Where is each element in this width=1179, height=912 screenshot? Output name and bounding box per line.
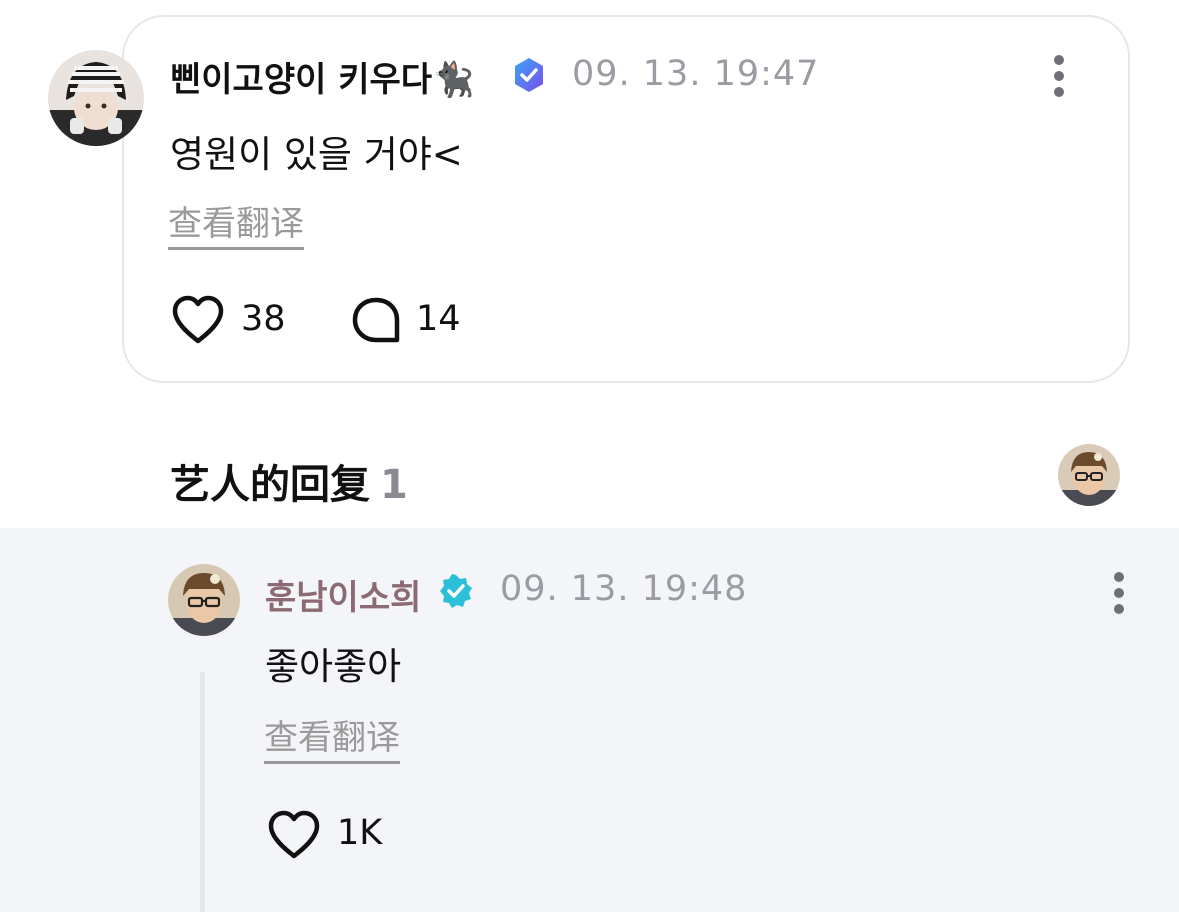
heart-outline-icon[interactable] bbox=[171, 295, 225, 345]
verified-badge-icon bbox=[510, 56, 548, 94]
author-avatar[interactable] bbox=[48, 50, 144, 146]
artist-replies-title: 艺人的回复 bbox=[170, 462, 370, 508]
vertical-ellipsis-icon bbox=[1114, 572, 1124, 582]
author-avatar-image bbox=[48, 50, 144, 146]
verified-badge-icon bbox=[438, 573, 474, 609]
heart-outline-icon[interactable] bbox=[267, 810, 321, 860]
speech-bubble-icon[interactable] bbox=[350, 296, 402, 346]
reply-more-options-button[interactable] bbox=[1111, 572, 1127, 614]
post-translate-link[interactable]: 查看翻译 bbox=[168, 196, 304, 250]
reply-translate-link[interactable]: 查看翻译 bbox=[264, 710, 400, 764]
post-comment-count: 14 bbox=[416, 299, 461, 339]
artist-replies-count: 1 bbox=[380, 462, 408, 508]
post-more-options-button[interactable] bbox=[1051, 55, 1067, 97]
reply-avatar-image bbox=[168, 564, 240, 636]
black-cat-icon: 🐈‍⬛ bbox=[432, 60, 475, 100]
vertical-ellipsis-dot bbox=[1054, 87, 1064, 97]
thread-line bbox=[200, 672, 205, 912]
post-author-name-text: 삔이고양이 키우다 bbox=[170, 60, 433, 100]
vertical-ellipsis-dot bbox=[1114, 604, 1124, 614]
reply-like-count: 1K bbox=[337, 813, 383, 853]
post-timestamp: 09. 13. 19:47 bbox=[572, 54, 820, 94]
reply-author-name[interactable]: 훈남이소희 bbox=[265, 570, 421, 619]
reply-text: 좋아좋아 bbox=[265, 645, 402, 688]
vertical-ellipsis-dot bbox=[1114, 588, 1124, 598]
post-like-count: 38 bbox=[241, 299, 286, 339]
artist-avatar-image bbox=[1058, 444, 1120, 506]
artist-avatar[interactable] bbox=[1058, 444, 1120, 506]
post-author-name[interactable]: 삔이고양이 키우다🐈‍⬛ bbox=[170, 52, 474, 101]
reply-author-avatar[interactable] bbox=[168, 564, 240, 636]
artist-replies-header: 艺人的回复 1 bbox=[170, 452, 408, 510]
vertical-ellipsis-icon bbox=[1054, 55, 1064, 65]
reply-timestamp: 09. 13. 19:48 bbox=[500, 569, 748, 609]
vertical-ellipsis-dot bbox=[1054, 71, 1064, 81]
post-text: 영원이 있을 거야< bbox=[170, 133, 463, 176]
